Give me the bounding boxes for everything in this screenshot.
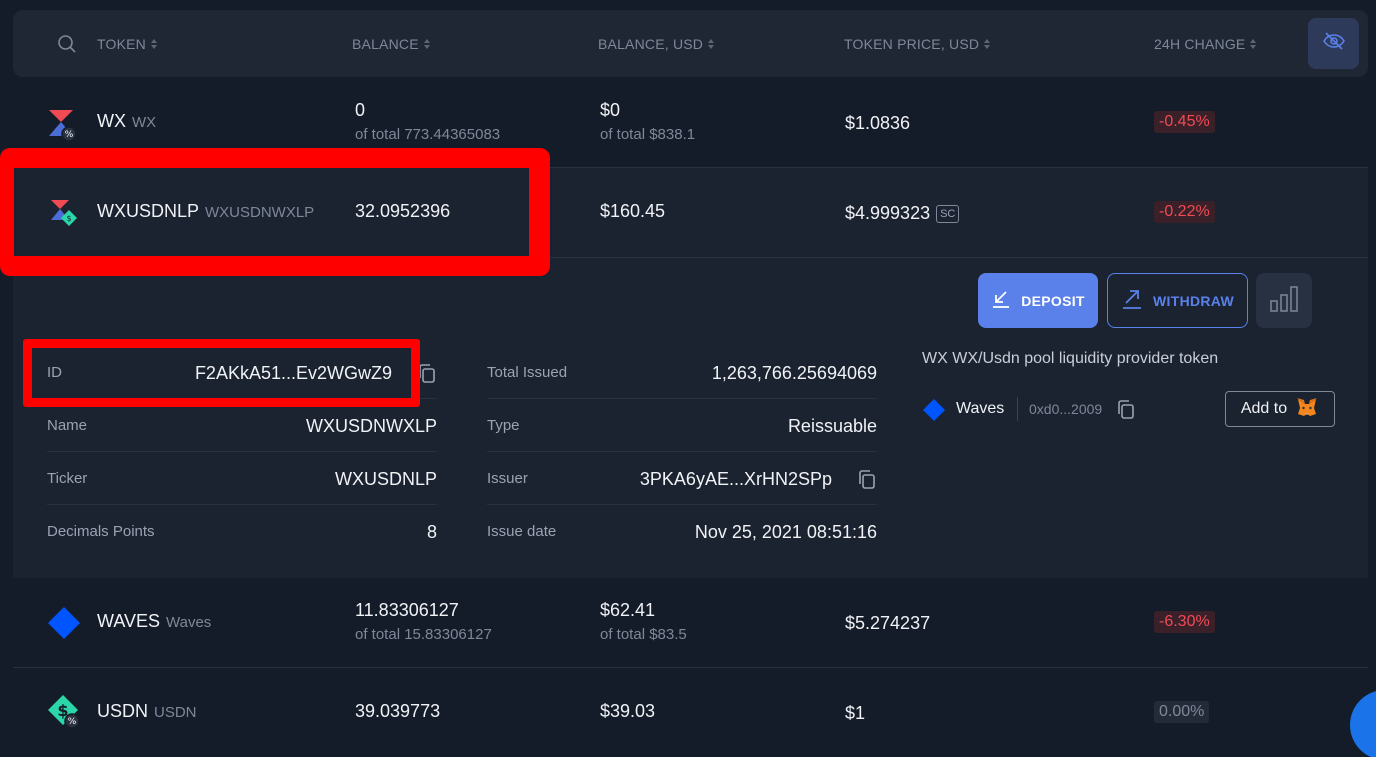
price-value: $4.999323 SC <box>845 203 960 224</box>
withdraw-button[interactable]: WITHDRAW <box>1107 273 1248 328</box>
column-balance-usd[interactable]: BALANCE, USD <box>598 36 715 52</box>
usd-value: $39.03 <box>600 701 656 721</box>
price-value: $5.274237 <box>845 613 931 633</box>
token-name-text: WX <box>97 111 126 131</box>
table-row[interactable]: WAVES Waves 11.83306127 of total 15.83306… <box>13 578 1368 668</box>
add-to-metamask-button[interactable]: Add to <box>1225 391 1335 427</box>
withdraw-label: WITHDRAW <box>1153 292 1234 309</box>
copy-issuer-icon[interactable] <box>857 469 877 496</box>
table-header: TOKEN BALANCE BALANCE, USD TOKEN PRICE, … <box>13 10 1368 77</box>
token-ticker: WX <box>132 114 157 131</box>
detail-label: Type <box>487 417 520 434</box>
token-name: USDN USDN <box>97 701 197 722</box>
sort-icon <box>423 39 430 49</box>
column-label: BALANCE <box>352 36 419 52</box>
chart-button[interactable] <box>1256 273 1312 328</box>
detail-row-issuer: Issuer 3PKA6yAE...XrHN2SPp <box>487 452 877 505</box>
detail-label: Name <box>47 417 88 434</box>
deposit-button[interactable]: DEPOSIT <box>978 273 1098 328</box>
price-text: $4.999323 <box>845 203 931 223</box>
sort-icon <box>1250 39 1257 49</box>
detail-row-ticker: Ticker WXUSDNLP <box>47 452 437 505</box>
detail-value: WXUSDNWXLP <box>305 416 437 436</box>
balance-value: 0 <box>355 100 366 120</box>
column-balance[interactable]: BALANCE <box>352 36 430 52</box>
usd-value: $62.41 <box>600 600 656 620</box>
wx-token-icon: % <box>47 108 81 142</box>
detail-label: Issuer <box>487 470 528 487</box>
change-badge: -0.22% <box>1154 201 1215 223</box>
detail-row-issue-date: Issue date Nov 25, 2021 08:51:16 <box>487 505 877 558</box>
token-ticker: USDN <box>154 704 197 721</box>
sort-icon <box>150 39 157 49</box>
detail-label: Issue date <box>487 523 557 540</box>
change-badge: -6.30% <box>1154 611 1215 633</box>
token-ticker: Waves <box>166 614 212 631</box>
balance-value: 11.83306127 <box>355 600 459 620</box>
token-name: WAVES Waves <box>97 611 211 632</box>
copy-id-icon[interactable] <box>417 363 437 390</box>
detail-value: 8 <box>426 522 437 542</box>
copy-contract-icon[interactable] <box>1116 399 1136 426</box>
column-label: 24H CHANGE <box>1154 36 1246 52</box>
sc-badge: SC <box>936 205 960 224</box>
arrow-down-left-icon <box>991 289 1011 312</box>
sort-icon <box>708 39 715 49</box>
price-value: $1 <box>845 703 866 723</box>
usd-total: of total $83.5 <box>600 626 687 643</box>
balance-total: of total 773.44365083 <box>355 126 501 143</box>
token-name: WX WX <box>97 111 156 132</box>
highlight-box-token <box>0 148 550 276</box>
detail-label: Decimals Points <box>47 523 155 540</box>
hide-balance-button[interactable] <box>1308 18 1359 69</box>
sort-icon <box>984 39 991 49</box>
add-to-label: Add to <box>1240 400 1288 417</box>
price-value: $1.0836 <box>845 113 911 133</box>
column-label: TOKEN PRICE, USD <box>844 36 980 52</box>
svg-text:%: % <box>68 717 77 727</box>
usd-total: of total $838.1 <box>600 126 696 143</box>
separator <box>1017 397 1018 421</box>
usd-value: $0 <box>600 100 621 120</box>
usd-value: $160.45 <box>600 201 666 221</box>
detail-value: 1,263,766.25694069 <box>711 363 877 383</box>
token-name-text: USDN <box>97 701 149 721</box>
detail-value: WXUSDNLP <box>334 469 437 489</box>
detail-value: Reissuable <box>787 416 877 436</box>
detail-row-total-issued: Total Issued 1,263,766.25694069 <box>487 346 877 399</box>
detail-label: Ticker <box>47 470 88 487</box>
bar-chart-icon <box>1269 285 1299 316</box>
eye-off-icon <box>1322 29 1346 58</box>
column-24h-change[interactable]: 24H CHANGE <box>1154 36 1257 52</box>
column-label: TOKEN <box>97 36 146 52</box>
metamask-fox-icon <box>1295 396 1319 423</box>
waves-network-icon <box>922 398 946 427</box>
table-row[interactable]: $% USDN USDN 39.039773 $39.03 $1 0.00% <box>13 668 1368 757</box>
deposit-label: DEPOSIT <box>1021 292 1085 309</box>
column-label: BALANCE, USD <box>598 36 704 52</box>
token-description: WX WX/Usdn pool liquidity provider token <box>922 350 1219 367</box>
detail-row-type: Type Reissuable <box>487 399 877 452</box>
usdn-token-icon: $% <box>47 694 81 729</box>
detail-value: Nov 25, 2021 08:51:16 <box>694 522 877 542</box>
column-token-price[interactable]: TOKEN PRICE, USD <box>844 36 991 52</box>
change-badge: 0.00% <box>1154 701 1210 723</box>
change-badge: -0.45% <box>1154 111 1215 133</box>
balance-total: of total 15.83306127 <box>355 626 492 643</box>
token-name-text: WAVES <box>97 611 161 631</box>
arrow-up-right-icon <box>1121 288 1143 313</box>
waves-token-icon <box>47 606 81 640</box>
detail-label: Total Issued <box>487 364 568 381</box>
column-token[interactable]: TOKEN <box>97 36 157 52</box>
contract-address[interactable]: 0xd0...2009 <box>1029 401 1102 417</box>
issuer-value[interactable]: 3PKA6yAE...XrHN2SPp <box>640 469 832 490</box>
detail-row-decimals: Decimals Points 8 <box>47 505 437 558</box>
highlight-box-id <box>23 339 420 407</box>
search-icon[interactable] <box>57 34 77 59</box>
svg-text:%: % <box>65 130 74 140</box>
balance-value: 39.039773 <box>355 701 441 721</box>
network-name: Waves <box>956 400 1005 417</box>
